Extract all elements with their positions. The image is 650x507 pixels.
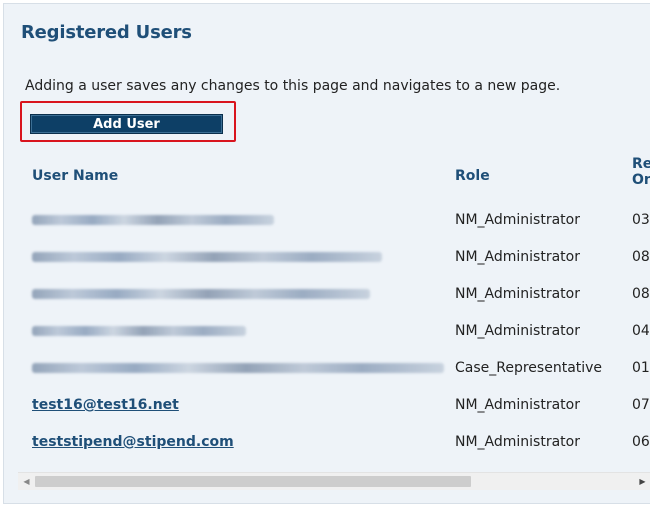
scroll-right-arrow-icon[interactable]: ▶ [634, 473, 650, 490]
table-row: teststipend@stipend.com NM_Administrator… [4, 424, 650, 461]
redacted-username [32, 326, 246, 336]
column-header-user-name[interactable]: User Name [32, 168, 118, 184]
redacted-username [32, 215, 274, 225]
table-row: NM_Administrator 04 [4, 313, 650, 350]
column-header-registered-line1: Re [632, 156, 650, 172]
redacted-username [32, 363, 444, 373]
user-name-cell: teststipend@stipend.com [32, 434, 234, 450]
table-row: NM_Administrator 08 [4, 276, 650, 313]
role-cell: NM_Administrator [455, 397, 580, 413]
role-cell: NM_Administrator [455, 434, 580, 450]
table-row: test16@test16.net NM_Administrator 07 [4, 387, 650, 424]
registered-date-cell: 07 [632, 397, 650, 413]
user-name-cell: test16@test16.net [32, 397, 179, 413]
scrollbar-thumb[interactable] [35, 476, 471, 487]
horizontal-scrollbar[interactable]: ◀ ▶ [18, 472, 650, 490]
redacted-username [32, 289, 370, 299]
registered-users-panel: Registered Users Adding a user saves any… [3, 3, 650, 504]
add-user-button[interactable]: Add User [30, 114, 223, 134]
role-cell: Case_Representative [455, 360, 603, 376]
section-title: Registered Users [21, 22, 192, 43]
user-name-cell[interactable] [32, 323, 246, 336]
scroll-left-arrow-icon[interactable]: ◀ [18, 473, 35, 490]
registered-date-cell: 06 [632, 434, 650, 450]
table-row: NM_Administrator 03 [4, 202, 650, 239]
user-name-cell[interactable] [32, 286, 370, 299]
table-row: Case_Representative 01 [4, 350, 650, 387]
user-name-cell[interactable] [32, 212, 274, 225]
registered-date-cell: 04 [632, 323, 650, 339]
role-cell: NM_Administrator [455, 212, 580, 228]
redacted-username [32, 252, 382, 262]
role-cell: NM_Administrator [455, 286, 580, 302]
registered-date-cell: 01 [632, 360, 650, 376]
role-cell: NM_Administrator [455, 249, 580, 265]
column-header-registered-on[interactable]: Re On [632, 156, 650, 188]
user-name-cell[interactable] [32, 360, 444, 373]
registered-date-cell: 08 [632, 286, 650, 302]
column-header-role[interactable]: Role [455, 168, 490, 184]
table-row: NM_Administrator 08 [4, 239, 650, 276]
registered-date-cell: 08 [632, 249, 650, 265]
user-name-cell[interactable] [32, 249, 382, 262]
role-cell: NM_Administrator [455, 323, 580, 339]
column-header-registered-line2: On [632, 172, 650, 188]
user-name-link[interactable]: teststipend@stipend.com [32, 434, 234, 450]
user-name-link[interactable]: test16@test16.net [32, 397, 179, 413]
registered-date-cell: 03 [632, 212, 650, 228]
section-description: Adding a user saves any changes to this … [25, 78, 561, 94]
